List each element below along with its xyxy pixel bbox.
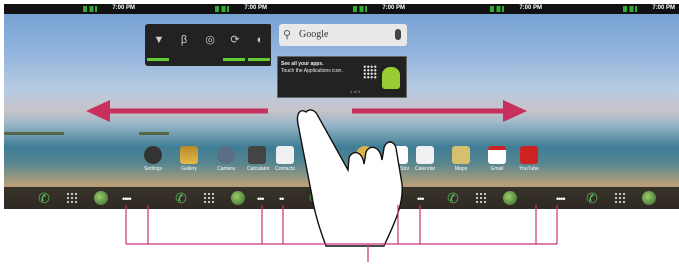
swipe-hand-icon: [296, 109, 403, 247]
swipe-left-arrow: [86, 100, 268, 122]
swipe-right-arrow: [352, 100, 527, 122]
annotation-overlay: [86, 100, 558, 262]
